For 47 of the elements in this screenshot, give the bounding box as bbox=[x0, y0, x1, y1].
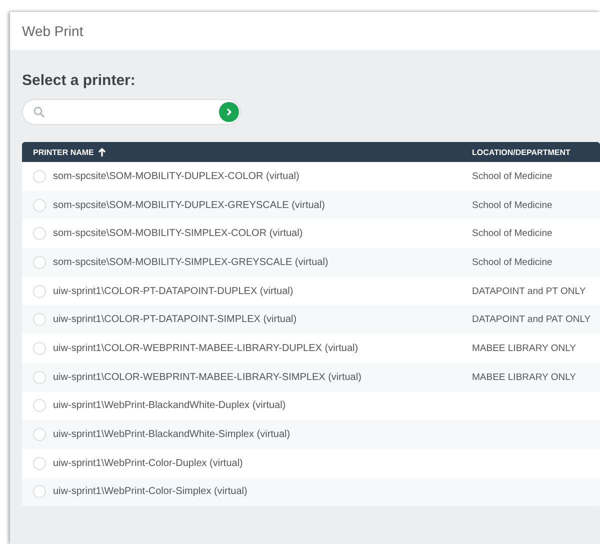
section-heading: Select a printer: bbox=[22, 72, 136, 89]
printer-name: uiw-sprint1\WebPrint-BlackandWhite-Simplex (virtual) bbox=[53, 429, 290, 440]
location-text: DATAPOINT and PAT ONLY bbox=[472, 314, 591, 326]
radio-button[interactable] bbox=[33, 170, 46, 183]
printer-name: uiw-sprint1\COLOR-WEBPRINT-MABEE-LIBRARY-SIMPLEX (virtual) bbox=[53, 372, 362, 383]
radio-button[interactable] bbox=[33, 284, 46, 298]
table-row[interactable]: uiw-sprint1\WebPrint-BlackandWhite-Simplex (virtual) bbox=[22, 420, 600, 449]
table-row[interactable]: uiw-sprint1\WebPrint-Color-Simplex (virtual) bbox=[22, 478, 600, 506]
radio-button[interactable] bbox=[33, 456, 46, 470]
location-text: School of Medicine bbox=[472, 170, 552, 182]
printer-name: uiw-sprint1\WebPrint-BlackandWhite-Duplex (virtual) bbox=[53, 400, 286, 412]
printer-name: uiw-sprint1\WebPrint-Color-Duplex (virtual) bbox=[53, 458, 243, 469]
radio-button[interactable] bbox=[33, 342, 46, 355]
radio-button[interactable] bbox=[33, 399, 46, 412]
radio-button[interactable] bbox=[33, 485, 46, 498]
table-row[interactable]: uiw-sprint1\COLOR-PT-DATAPOINT-SIMPLEX (virtual) DATAPOINT and PAT ONLY bbox=[22, 305, 600, 334]
table-row[interactable]: som-spcsite\SOM-MOBILITY-SIMPLEX-GREYSCALE (virtual) School of Medicine bbox=[22, 248, 600, 277]
search-field[interactable] bbox=[22, 99, 241, 125]
printer-name: som-spcsite\SOM-MOBILITY-DUPLEX-GREYSCALE (virtual) bbox=[53, 200, 325, 211]
location-text: School of Medicine bbox=[472, 200, 552, 211]
radio-button[interactable] bbox=[33, 256, 46, 269]
sort-arrow-icon bbox=[98, 148, 106, 156]
printer-name: som-spcsite\SOM-MOBILITY-SIMPLEX-GREYSCALE (virtual) bbox=[53, 256, 328, 268]
table-row[interactable]: som-spcsite\SOM-MOBILITY-DUPLEX-GREYSCALE (virtual) School of Medicine bbox=[22, 190, 600, 220]
printer-name: uiw-sprint1\COLOR-WEBPRINT-MABEE-LIBRARY-DUPLEX (virtual) bbox=[53, 342, 358, 354]
printer-name: uiw-sprint1\COLOR-PT-DATAPOINT-DUPLEX (virtual) bbox=[53, 286, 294, 297]
column-header[interactable]: LOCATION/DEPARTMENT bbox=[472, 148, 570, 156]
radio-button[interactable] bbox=[33, 370, 46, 384]
printer-name: uiw-sprint1\COLOR-PT-DATAPOINT-SIMPLEX (virtual) bbox=[53, 314, 297, 326]
location-text: School of Medicine bbox=[472, 256, 552, 268]
table-row[interactable]: uiw-sprint1\COLOR-WEBPRINT-MABEE-LIBRARY-SIMPLEX (virtual) MABEE LIBRARY ONLY bbox=[22, 362, 600, 392]
chevron-right-icon bbox=[224, 107, 234, 117]
go-button[interactable] bbox=[219, 102, 239, 122]
radio-button[interactable] bbox=[33, 428, 46, 442]
radio-button[interactable] bbox=[33, 313, 46, 326]
printer-name: som-spcsite\SOM-MOBILITY-DUPLEX-COLOR (virtual) bbox=[53, 170, 300, 182]
location-text: DATAPOINT and PT ONLY bbox=[472, 286, 586, 297]
column-header[interactable]: PRINTER NAME bbox=[33, 148, 106, 156]
radio-button[interactable] bbox=[33, 198, 46, 212]
radio-button[interactable] bbox=[33, 227, 46, 240]
location-text: MABEE LIBRARY ONLY bbox=[472, 342, 576, 354]
window-title: Web Print bbox=[22, 23, 84, 39]
printer-name: som-spcsite\SOM-MOBILITY-SIMPLEX-COLOR (virtual) bbox=[53, 228, 303, 240]
location-text: School of Medicine bbox=[472, 228, 552, 240]
location-text: MABEE LIBRARY ONLY bbox=[472, 372, 576, 383]
printer-name: uiw-sprint1\WebPrint-Color-Simplex (virtual) bbox=[53, 486, 248, 498]
search-icon bbox=[33, 106, 45, 118]
